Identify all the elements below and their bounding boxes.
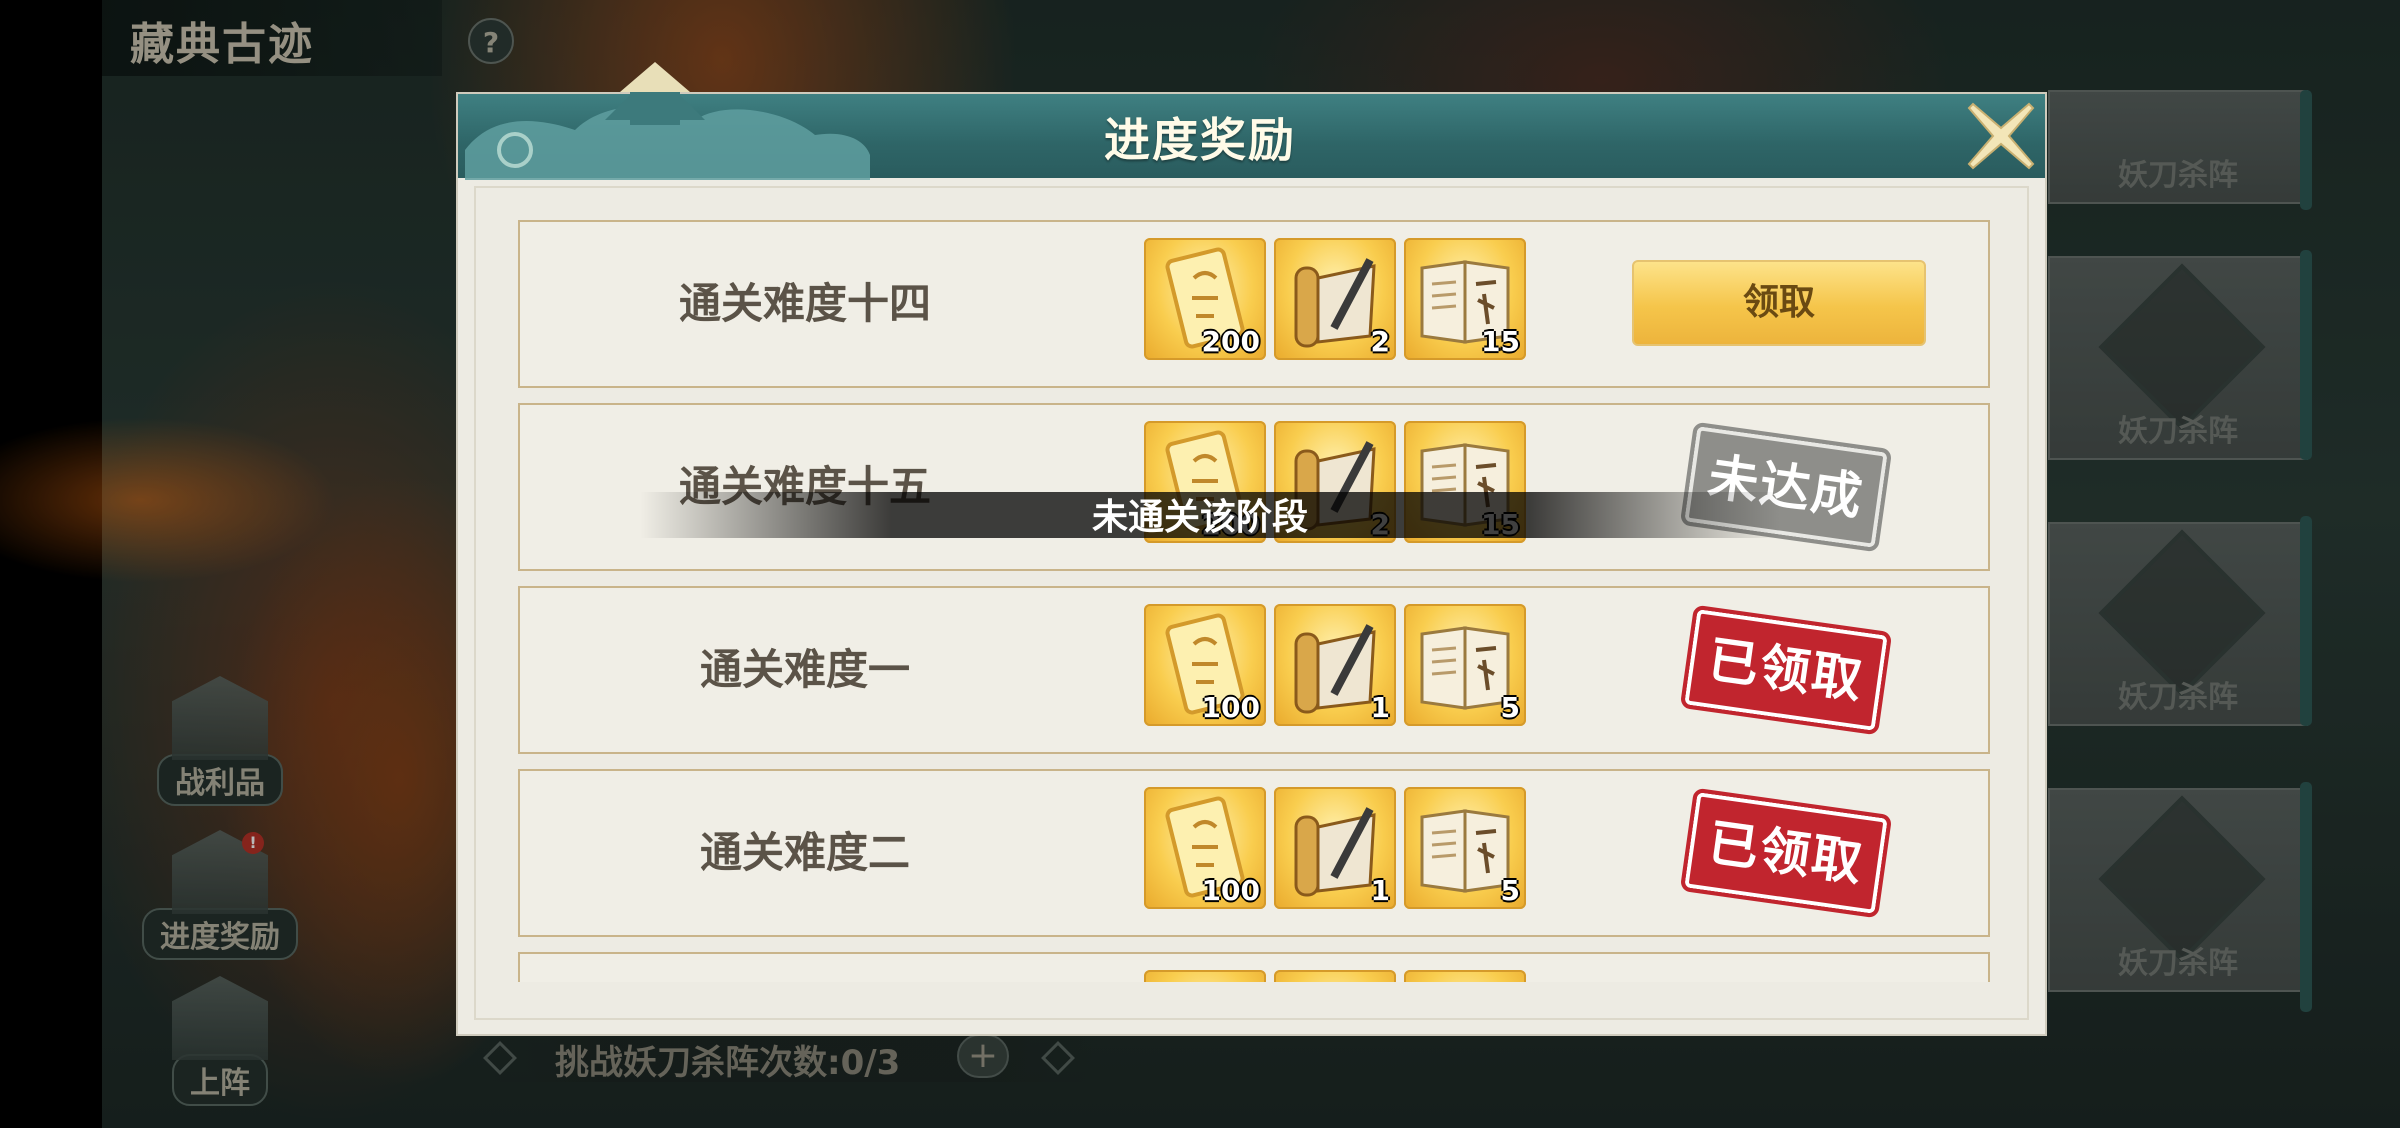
reward-row: [518, 952, 1990, 982]
gold-coupon-icon[interactable]: 100: [1144, 604, 1266, 726]
skill-book-icon[interactable]: [1404, 970, 1526, 982]
skill-book-icon[interactable]: 15: [1404, 238, 1526, 360]
claim-button[interactable]: 领取: [1632, 260, 1926, 346]
brush-scroll-icon[interactable]: [1274, 970, 1396, 982]
reward-list[interactable]: 通关难度十四 200 2 15 领取 通关难度十五 200 2 15 未达成: [518, 220, 1990, 982]
brush-scroll-icon[interactable]: 1: [1274, 787, 1396, 909]
gold-coupon-icon[interactable]: 100: [1144, 787, 1266, 909]
reward-row: 通关难度一 100 1 5 已领取: [518, 586, 1990, 754]
row-label: 通关难度十五: [678, 462, 931, 511]
gold-coupon-icon[interactable]: 200: [1144, 238, 1266, 360]
row-label: 通关难度一: [699, 645, 910, 694]
item-quantity: 100: [1201, 874, 1260, 907]
reward-row: 通关难度十四 200 2 15 领取: [518, 220, 1990, 388]
dialog-title: 进度奖励: [1104, 113, 1296, 167]
item-quantity: 100: [1201, 691, 1260, 724]
item-quantity: 15: [1481, 325, 1520, 358]
gold-coupon-icon[interactable]: [1144, 970, 1266, 982]
reward-row: 通关难度二 100 1 5 已领取: [518, 769, 1990, 937]
row-label: 通关难度十四: [678, 279, 931, 328]
locked-stage-text: 未通关该阶段: [1091, 497, 1308, 538]
brush-scroll-icon[interactable]: 1: [1274, 604, 1396, 726]
brush-scroll-icon[interactable]: 2: [1274, 238, 1396, 360]
item-quantity: 5: [1500, 874, 1520, 907]
skill-book-icon[interactable]: 5: [1404, 787, 1526, 909]
item-quantity: 5: [1500, 691, 1520, 724]
reward-row: 通关难度十五 200 2 15 未达成: [518, 403, 1990, 571]
item-quantity: 200: [1201, 325, 1260, 358]
item-quantity: 2: [1370, 325, 1390, 358]
item-quantity: 1: [1370, 874, 1390, 907]
close-x-icon[interactable]: [1963, 98, 2039, 174]
claimed-stamp: 已领取: [1679, 787, 1893, 919]
claimed-stamp: 已领取: [1679, 604, 1893, 736]
item-quantity: 1: [1370, 691, 1390, 724]
skill-book-icon[interactable]: 5: [1404, 604, 1526, 726]
row-label: 通关难度二: [699, 828, 910, 877]
